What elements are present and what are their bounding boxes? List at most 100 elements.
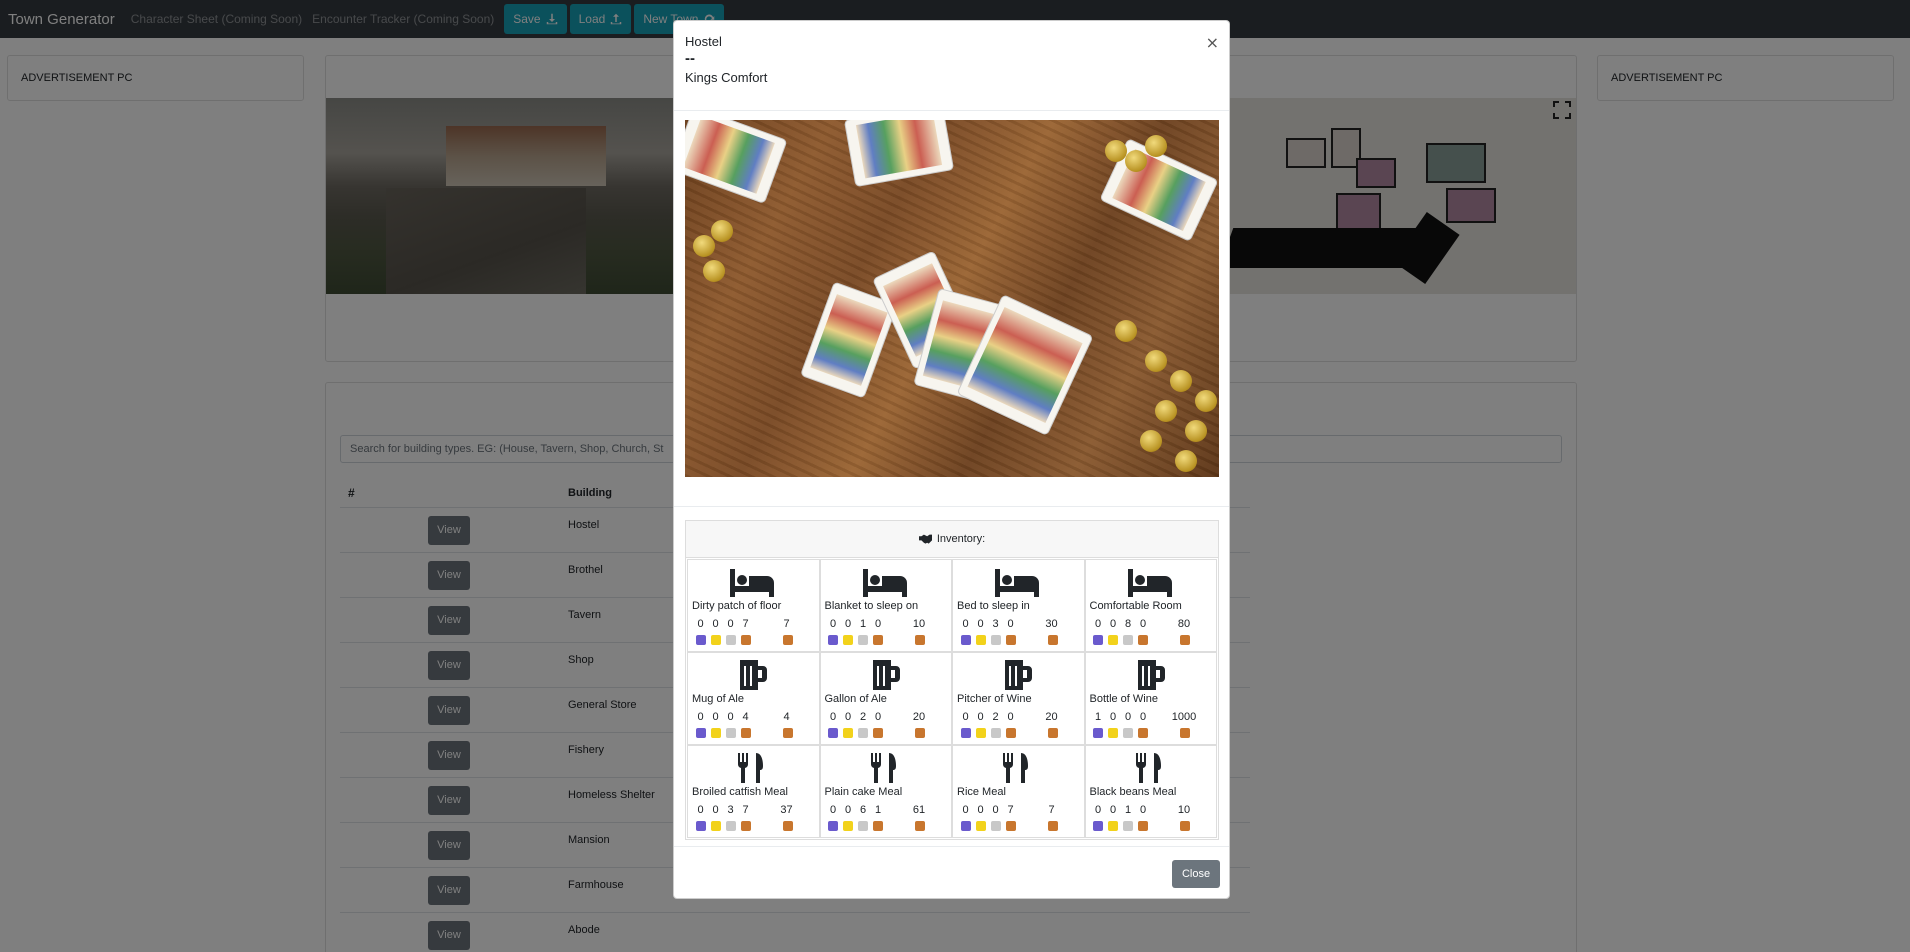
bed-icon [730,567,774,597]
copper-coin-icon [871,728,886,738]
coin-amount: 0 [977,711,984,723]
price-breakdown: 0004 [693,711,753,723]
inventory-item[interactable]: Plain cake Meal 0 0 6 1 61 [819,745,952,838]
utensils-icon [995,753,1039,783]
inventory-item[interactable]: Gallon of Ale 0 0 2 0 20 [819,652,952,745]
copper-coin-icon [1136,728,1151,738]
price-breakdown: 0030 [958,618,1018,630]
coin-amount: 8 [1124,618,1132,630]
coin-amount: 0 [1139,618,1147,630]
item-name: Mug of Ale [692,693,744,705]
copper-coin-icon [738,821,753,831]
inventory-item[interactable]: Mug of Ale 0 0 0 4 4 [687,652,820,745]
copper-coin-icon [782,635,793,645]
coin-amount: 0 [1109,804,1117,816]
silver-coin-icon [988,821,1003,831]
coin-amount: 0 [1094,618,1102,630]
close-icon[interactable]: × [1206,33,1219,52]
coin-amount: 0 [977,804,984,816]
item-name: Gallon of Ale [824,693,887,705]
close-button[interactable]: Close [1172,860,1220,888]
platinum-coin-icon [693,728,708,738]
copper-coin-icon [1003,728,1018,738]
inventory-item[interactable]: Black beans Meal 0 0 1 0 10 [1084,745,1217,838]
beer-mug-icon [1128,660,1172,690]
copper-coin-icon [782,728,793,738]
item-name: Broiled catfish Meal [692,786,788,798]
price-breakdown: 0010 [826,618,886,630]
price-breakdown: 1000 [1091,711,1151,723]
price-total: 10 [912,618,926,630]
utensils-icon [1128,753,1172,783]
coin-icons [958,635,1018,645]
silver-coin-icon [723,821,738,831]
coin-icons [1091,821,1151,831]
coin-amount: 0 [697,711,704,723]
gold-coin-icon [708,635,723,645]
gold-coin-icon [1106,728,1121,738]
copper-coin-icon [1136,635,1151,645]
modal-title: Hostel [685,34,722,49]
gold-coin-icon [841,728,856,738]
coin-amount: 0 [1139,804,1147,816]
coin-icons [693,635,753,645]
price-breakdown: 0061 [826,804,886,816]
inventory-item[interactable]: Rice Meal 0 0 0 7 7 [952,745,1085,838]
price-breakdown: 0007 [693,618,753,630]
platinum-coin-icon [826,728,841,738]
inventory-grid: Dirty patch of floor 0 0 0 7 7 Blanket to slee… [686,558,1218,839]
inventory-item[interactable]: Blanket to sleep on 0 0 1 0 10 [819,559,952,652]
price-total: 20 [912,711,926,723]
inventory-item[interactable]: Bottle of Wine 1 0 0 0 1000 [1084,652,1217,745]
price-breakdown: 0080 [1091,618,1151,630]
coin-amount: 0 [874,711,882,723]
gold-coin-icon [973,635,988,645]
coin-amount: 0 [1007,711,1014,723]
silver-coin-icon [1121,821,1136,831]
coin-amount: 0 [712,618,719,630]
item-name: Blanket to sleep on [824,600,919,612]
price-total: 61 [912,804,926,816]
coin-amount: 0 [727,618,734,630]
coin-amount: 2 [859,711,867,723]
price-breakdown: 0010 [1091,804,1151,816]
coin-amount: 2 [992,711,999,723]
coin-amount: 0 [962,711,969,723]
copper-coin-icon [1180,635,1190,645]
platinum-coin-icon [693,821,708,831]
silver-coin-icon [988,728,1003,738]
inventory-item[interactable]: Pitcher of Wine 0 0 2 0 20 [952,652,1085,745]
item-name: Bottle of Wine [1089,693,1158,705]
price-total: 7 [1048,804,1055,816]
platinum-coin-icon [1091,728,1106,738]
item-name: Pitcher of Wine [957,693,1032,705]
coin-amount: 0 [829,711,837,723]
price-breakdown: 0007 [958,804,1018,816]
inventory-item[interactable]: Comfortable Room 0 0 8 0 80 [1084,559,1217,652]
gold-coin-icon [1106,821,1121,831]
platinum-coin-icon [958,728,973,738]
coin-amount: 0 [1109,711,1117,723]
building-modal: Hostel -- Kings Comfort × Inventory: Dir… [673,20,1230,899]
coin-amount: 0 [992,804,999,816]
inventory-item[interactable]: Dirty patch of floor 0 0 0 7 7 [687,559,820,652]
copper-coin-icon [871,821,886,831]
inventory-item[interactable]: Broiled catfish Meal 0 0 3 7 37 [687,745,820,838]
silver-coin-icon [856,728,871,738]
coin-amount: 1 [874,804,882,816]
coin-icons [826,728,886,738]
price-total: 7 [783,618,790,630]
coin-amount: 0 [829,804,837,816]
price-total: 10 [1177,804,1191,816]
coin-amount: 0 [697,804,704,816]
coin-amount: 0 [712,804,719,816]
silver-coin-icon [856,821,871,831]
coin-amount: 0 [697,618,704,630]
coin-amount: 0 [962,804,969,816]
inventory-panel: Inventory: Dirty patch of floor 0 0 0 7 7 Blan… [685,520,1219,840]
building-name: Kings Comfort [685,70,768,85]
inventory-item[interactable]: Bed to sleep in 0 0 3 0 30 [952,559,1085,652]
coin-amount: 1 [859,618,867,630]
coin-icons [826,821,886,831]
silver-coin-icon [988,635,1003,645]
